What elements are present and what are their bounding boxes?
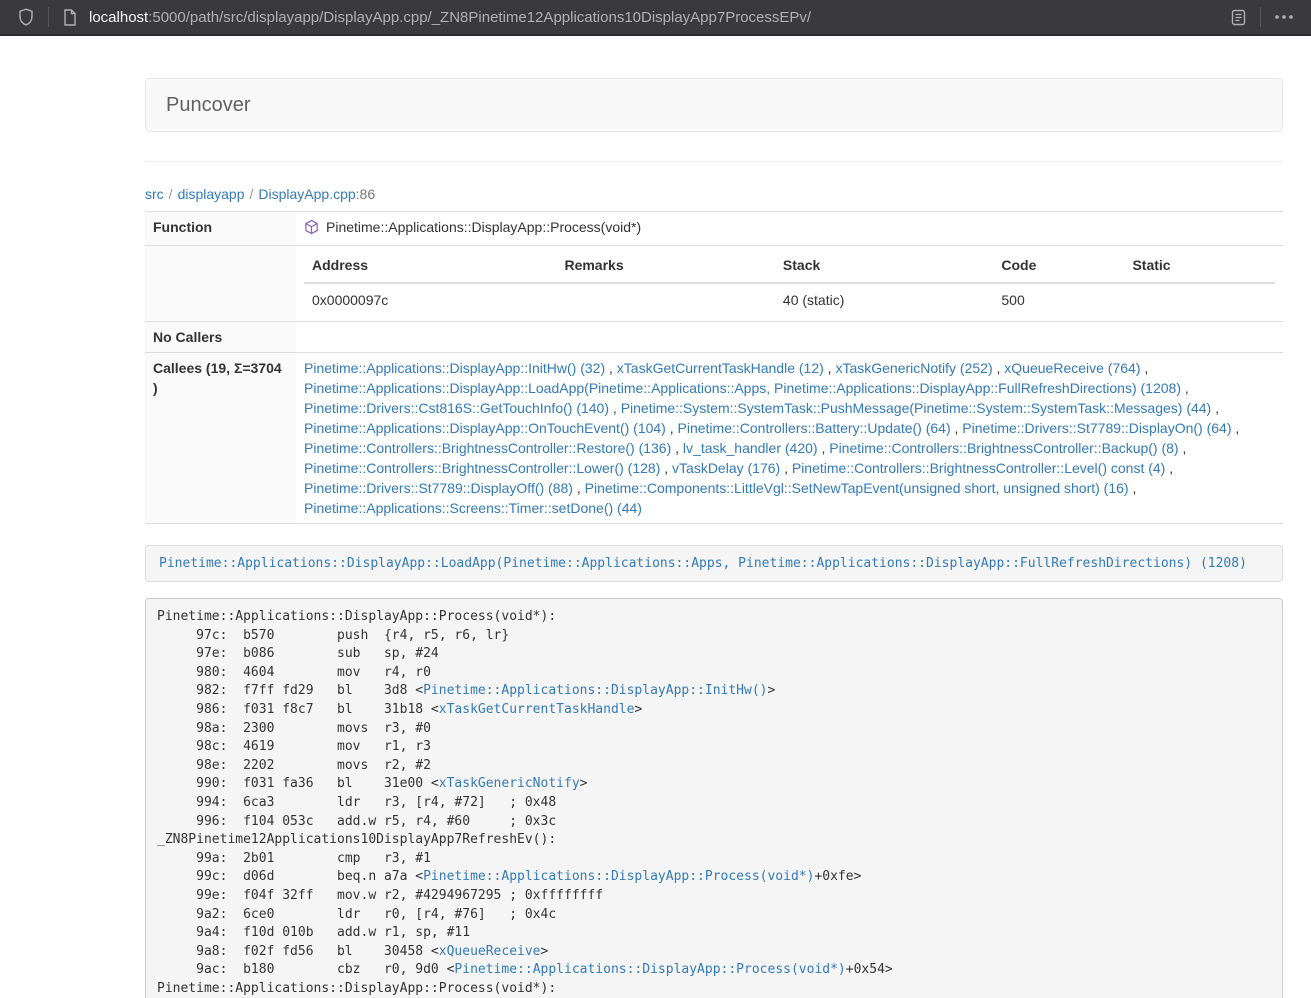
- callee-link[interactable]: Pinetime::Drivers::St7789::DisplayOff() …: [304, 480, 573, 496]
- stats-row: Address Remarks Stack Code Static 0x0000…: [145, 246, 1283, 322]
- code-symbol-link[interactable]: xTaskGetCurrentTaskHandle: [439, 702, 635, 717]
- static-value: [1124, 283, 1275, 316]
- code-symbol-link[interactable]: xTaskGenericNotify: [439, 776, 580, 791]
- callees-row: Callees (19, Σ=3704 ) Pinetime::Applicat…: [145, 353, 1283, 524]
- breadcrumb-separator: /: [250, 186, 254, 202]
- function-name: Pinetime::Applications::DisplayApp::Proc…: [326, 217, 641, 237]
- breadcrumb-separator: /: [169, 186, 173, 202]
- page-content: Puncover src/displayapp/DisplayApp.cpp:8…: [145, 78, 1283, 998]
- callee-link[interactable]: Pinetime::Controllers::BrightnessControl…: [304, 460, 660, 476]
- cube-icon: [304, 219, 319, 235]
- code-symbol-link[interactable]: Pinetime::Applications::DisplayApp::Proc…: [454, 962, 845, 977]
- col-header-static: Static: [1124, 251, 1275, 283]
- code-symbol-link[interactable]: xQueueReceive: [439, 944, 541, 959]
- callee-link[interactable]: Pinetime::Applications::DisplayApp::OnTo…: [304, 420, 666, 436]
- callee-link[interactable]: Pinetime::Applications::DisplayApp::Init…: [304, 360, 605, 376]
- callee-link[interactable]: Pinetime::Drivers::Cst816S::GetTouchInfo…: [304, 400, 609, 416]
- callee-link[interactable]: Pinetime::Components::LittleVgl::SetNewT…: [585, 480, 1129, 496]
- address-value: 0x0000097c: [304, 283, 556, 316]
- divider-rule: [145, 161, 1283, 162]
- function-symbol: Pinetime::Applications::DisplayApp::Proc…: [304, 217, 641, 237]
- breadcrumb: src/displayapp/DisplayApp.cpp:86: [145, 184, 1283, 204]
- function-row: Function Pinetime::Applications::Display…: [145, 212, 1283, 246]
- disassembly-block: Pinetime::Applications::DisplayApp::Proc…: [145, 598, 1283, 998]
- breadcrumb-displayapp-link[interactable]: displayapp: [178, 186, 245, 202]
- overflow-menu-icon[interactable]: [1269, 15, 1299, 19]
- callers-row: No Callers: [145, 322, 1283, 353]
- col-header-address: Address: [304, 251, 556, 283]
- callee-link[interactable]: Pinetime::Applications::Screens::Timer::…: [304, 500, 642, 516]
- symbol-table: Function Pinetime::Applications::Display…: [145, 211, 1283, 524]
- callee-link[interactable]: xTaskGenericNotify (252): [835, 360, 992, 376]
- callers-label: No Callers: [145, 322, 296, 353]
- callee-link[interactable]: Pinetime::Controllers::BrightnessControl…: [304, 440, 671, 456]
- reader-mode-icon[interactable]: [1225, 9, 1252, 26]
- callee-link[interactable]: xTaskGetCurrentTaskHandle (12): [617, 360, 824, 376]
- breadcrumb-file-link[interactable]: DisplayApp.cpp: [258, 186, 355, 202]
- app-header: Puncover: [145, 78, 1283, 132]
- table-row: 0x0000097c 40 (static) 500: [304, 283, 1275, 316]
- callee-link[interactable]: Pinetime::Drivers::St7789::DisplayOn() (…: [962, 420, 1231, 436]
- url-text: localhost:5000/path/src/displayapp/Displ…: [89, 9, 811, 26]
- toolbar-divider: [48, 7, 49, 27]
- page-info-icon[interactable]: [57, 9, 83, 26]
- shield-icon[interactable]: [12, 8, 40, 26]
- callee-link[interactable]: Pinetime::System::SystemTask::PushMessag…: [621, 400, 1212, 416]
- callee-link[interactable]: Pinetime::Controllers::Battery::Update()…: [678, 420, 951, 436]
- browser-toolbar: localhost:5000/path/src/displayapp/Displ…: [0, 0, 1311, 36]
- breadcrumb-src-link[interactable]: src: [145, 186, 164, 202]
- callee-link[interactable]: Pinetime::Applications::DisplayApp::Load…: [304, 380, 1181, 396]
- callee-link[interactable]: xQueueReceive (764): [1004, 360, 1140, 376]
- breadcrumb-line-number: :86: [356, 186, 375, 202]
- col-header-code: Code: [993, 251, 1124, 283]
- callees-label: Callees (19, Σ=3704 ): [145, 353, 296, 524]
- code-symbol-link[interactable]: Pinetime::Applications::DisplayApp::Proc…: [423, 869, 814, 884]
- code-size-value: 500: [993, 283, 1124, 316]
- col-header-stack: Stack: [775, 251, 993, 283]
- callee-link[interactable]: Pinetime::Controllers::BrightnessControl…: [829, 440, 1178, 456]
- url-host: localhost: [89, 9, 148, 26]
- url-path: :5000/path/src/displayapp/DisplayApp.cpp…: [148, 9, 811, 26]
- function-label: Function: [145, 212, 296, 246]
- selected-symbol-link[interactable]: Pinetime::Applications::DisplayApp::Load…: [159, 556, 1247, 571]
- selected-symbol-panel: Pinetime::Applications::DisplayApp::Load…: [145, 545, 1283, 582]
- callee-link[interactable]: Pinetime::Controllers::BrightnessControl…: [792, 460, 1165, 476]
- url-bar[interactable]: localhost:5000/path/src/displayapp/Displ…: [57, 0, 1225, 34]
- page-title: Puncover: [166, 93, 1262, 117]
- callee-link[interactable]: vTaskDelay (176): [672, 460, 780, 476]
- col-header-remarks: Remarks: [556, 251, 774, 283]
- stats-table: Address Remarks Stack Code Static 0x0000…: [304, 251, 1275, 316]
- callee-link[interactable]: lv_task_handler (420): [683, 440, 818, 456]
- stack-value: 40 (static): [775, 283, 993, 316]
- toolbar-divider: [1260, 7, 1261, 27]
- remarks-value: [556, 283, 774, 316]
- code-symbol-link[interactable]: Pinetime::Applications::DisplayApp::Init…: [423, 683, 767, 698]
- callees-list: Pinetime::Applications::DisplayApp::Init…: [296, 353, 1283, 524]
